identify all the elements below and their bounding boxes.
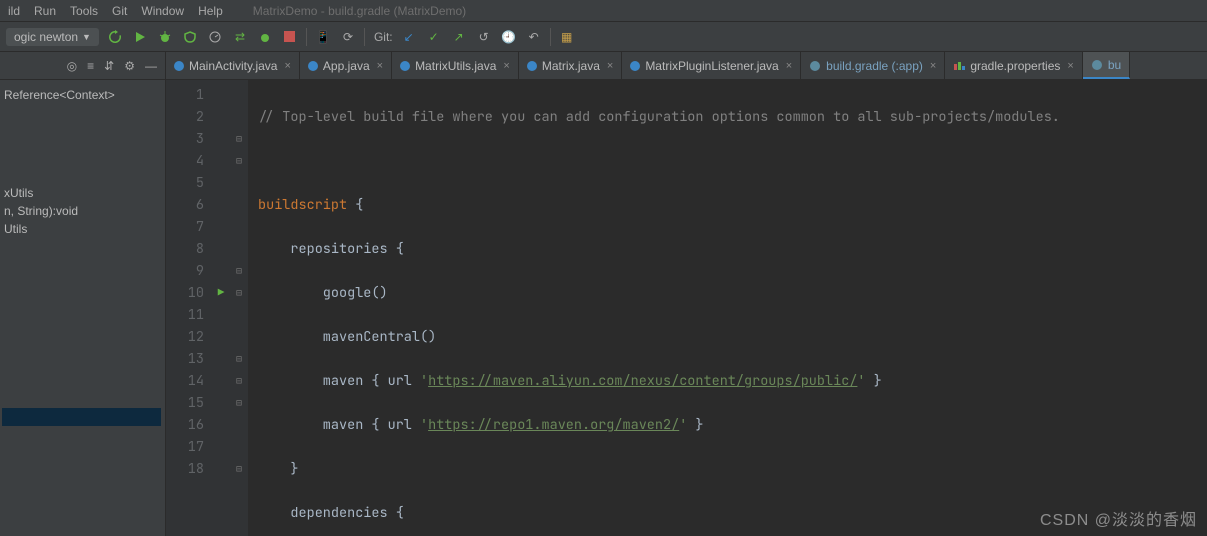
tree-node[interactable]: Utils [2,220,161,238]
tree-node[interactable]: xUtils [2,184,161,202]
separator [364,28,365,46]
tab-gradle-properties[interactable]: gradle.properties× [945,52,1083,79]
attach-icon[interactable]: ⇄ [231,28,249,46]
separator [550,28,551,46]
sync-icon[interactable]: ⟳ [339,28,357,46]
menu-window[interactable]: Window [137,4,188,18]
git-label: Git: [374,30,393,44]
menu-run[interactable]: Run [30,4,60,18]
close-icon[interactable]: × [930,60,936,72]
tab-app[interactable]: App.java× [300,52,392,79]
tab-build-gradle-app[interactable]: build.gradle (:app)× [801,52,945,79]
menu-help[interactable]: Help [194,4,227,18]
menu-tools[interactable]: Tools [66,4,102,18]
structure-toolbar: ◎ ≡ ⇵ ⚙ — [0,52,165,80]
expand-icon[interactable]: ≡ [87,59,94,73]
stop-icon[interactable] [281,28,299,46]
tab-mainactivity[interactable]: MainActivity.java× [166,52,300,79]
tree-node[interactable]: n, String):void [2,202,161,220]
separator [306,28,307,46]
target-icon[interactable]: ◎ [67,59,77,73]
git-commit-icon[interactable]: ✓ [425,28,443,46]
run-config-dropdown[interactable]: ogic newton ▼ [6,28,99,46]
java-icon [630,61,640,71]
window-title: MatrixDemo - build.gradle (MatrixDemo) [253,4,466,18]
run-config-label: ogic newton [14,30,78,44]
tree-node-selected[interactable] [2,408,161,426]
menu-git[interactable]: Git [108,4,131,18]
java-icon [308,61,318,71]
gear-icon[interactable]: ⚙ [124,59,135,73]
run-icon[interactable] [131,28,149,46]
code-editor[interactable]: 123456789101112131415161718 ▶ ⊟⊟⊟⊟⊟⊟⊟⊟ /… [166,80,1207,536]
close-icon[interactable]: × [503,60,509,72]
menu-build[interactable]: ild [4,4,24,18]
debug-icon[interactable] [156,28,174,46]
close-icon[interactable]: × [786,60,792,72]
profile-icon[interactable] [206,28,224,46]
line-number-gutter: 123456789101112131415161718 [166,80,212,536]
tab-matrix[interactable]: Matrix.java× [519,52,622,79]
structure-tree[interactable]: Reference<Context> xUtils n, String):voi… [0,80,165,426]
close-icon[interactable]: × [1067,60,1073,72]
tree-node[interactable]: Reference<Context> [2,86,161,104]
code-area[interactable]: // Top-level build file where you can ad… [248,80,1207,536]
close-icon[interactable]: × [284,60,290,72]
git-clock-icon[interactable]: 🕘 [500,28,518,46]
git-history-icon[interactable]: ↺ [475,28,493,46]
device-manager-icon[interactable]: 📱 [314,28,332,46]
gradle-icon [1091,59,1103,71]
menu-bar: ild Run Tools Git Window Help MatrixDemo… [0,0,1207,22]
properties-icon [953,60,965,72]
structure-panel: ◎ ≡ ⇵ ⚙ — Reference<Context> xUtils n, S… [0,52,166,536]
editor-tabs: MainActivity.java× App.java× MatrixUtils… [166,52,1207,80]
close-icon[interactable]: × [377,60,383,72]
git-push-icon[interactable]: ↗ [450,28,468,46]
close-icon[interactable]: × [607,60,613,72]
java-icon [527,61,537,71]
coverage-icon[interactable] [181,28,199,46]
run-gutter[interactable]: ▶ [212,80,230,536]
java-icon [400,61,410,71]
main-toolbar: ogic newton ▼ ⇄ 📱 ⟳ Git: ↙ ✓ ↗ ↺ 🕘 ↶ ▦ [0,22,1207,52]
layouts-icon[interactable]: ▦ [558,28,576,46]
java-icon [174,61,184,71]
git-rollback-icon[interactable]: ↶ [525,28,543,46]
git-update-icon[interactable]: ↙ [400,28,418,46]
collapse-icon[interactable]: ⇵ [104,59,114,73]
fold-gutter[interactable]: ⊟⊟⊟⊟⊟⊟⊟⊟ [230,80,248,536]
chevron-down-icon: ▼ [82,32,91,42]
tab-build-gradle-project[interactable]: bu [1083,52,1130,79]
tab-matrixpluginlistener[interactable]: MatrixPluginListener.java× [622,52,801,79]
hide-icon[interactable]: — [145,59,157,73]
attach-debugger-icon[interactable] [256,28,274,46]
reload-icon[interactable] [106,28,124,46]
gradle-icon [809,60,821,72]
tab-matrixutils[interactable]: MatrixUtils.java× [392,52,519,79]
